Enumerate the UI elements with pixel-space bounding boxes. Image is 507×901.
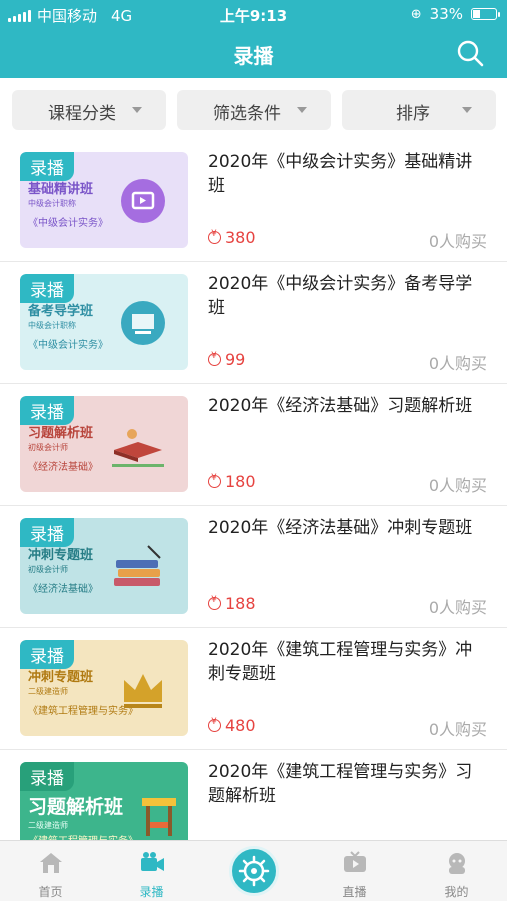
recorded-tag: 录播 — [20, 396, 74, 425]
tab-live[interactable]: 直播 — [304, 841, 405, 901]
tab-label: 直播 — [342, 885, 367, 899]
coin-icon — [208, 717, 221, 732]
book-illustration-icon — [112, 429, 164, 467]
filter-bar: 课程分类 筛选条件 排序 — [0, 90, 507, 130]
thumbnail-subtitle: 中级会计职称 — [28, 199, 76, 208]
course-thumbnail: 录播 备考导学班 中级会计职称 《中级会计实务》 — [20, 274, 188, 370]
recorded-tag: 录播 — [20, 152, 74, 181]
video-camera-icon — [141, 852, 164, 871]
chevron-down-icon — [132, 107, 142, 113]
buyer-count: 0人购买 — [428, 598, 487, 617]
price-value: 99 — [225, 350, 246, 369]
course-name: 2020年《中级会计实务》备考导学班 — [208, 274, 473, 318]
course-name: 2020年《中级会计实务》基础精讲班 — [208, 152, 473, 196]
chevron-down-icon — [462, 107, 472, 113]
thumbnail-book: 《中级会计实务》 — [28, 340, 108, 351]
recorded-tag: 录播 — [20, 640, 74, 669]
thumbnail-title: 冲刺专题班 — [28, 670, 94, 685]
thumbnail-title: 备考导学班 — [28, 304, 94, 319]
course-item[interactable]: 录播 习题解析班 二级建造师 《建筑工程管理与实务》 2020年《建筑工程管理与… — [0, 750, 507, 840]
price-value: 180 — [225, 472, 256, 491]
price-value: 188 — [225, 594, 256, 613]
sort-filter[interactable]: 排序 — [342, 90, 496, 130]
course-price: 480 — [208, 716, 256, 735]
thumbnail-book: 《经济法基础》 — [28, 584, 98, 595]
thumbnail-book: 《经济法基础》 — [28, 462, 98, 473]
thumbnail-title: 基础精讲班 — [28, 182, 94, 197]
coin-icon — [208, 351, 221, 366]
course-thumbnail: 录播 冲刺专题班 二级建造师 《建筑工程管理与实务》 — [20, 640, 188, 736]
tv-play-icon — [121, 179, 165, 223]
category-filter[interactable]: 课程分类 — [12, 90, 166, 130]
thumbnail-book: 《中级会计实务》 — [28, 218, 108, 229]
filter-label: 排序 — [396, 104, 430, 124]
battery-percent: 33% — [429, 5, 463, 23]
buyer-count: 0人购买 — [428, 720, 487, 739]
course-name: 2020年《经济法基础》冲刺专题班 — [208, 518, 473, 538]
course-name: 2020年《经济法基础》习题解析班 — [208, 396, 473, 416]
tab-label: 我的 — [444, 885, 469, 899]
home-icon — [40, 853, 62, 873]
chevron-down-icon — [297, 107, 307, 113]
course-item[interactable]: 录播 习题解析班 初级会计师 《经济法基础》 2020年《经济法基础》习题解析班… — [0, 384, 507, 506]
workbench-illustration-icon — [142, 798, 176, 836]
coin-icon — [208, 595, 221, 610]
blackboard-icon — [121, 301, 165, 345]
course-thumbnail: 录播 习题解析班 初级会计师 《经济法基础》 — [20, 396, 188, 492]
filter-label: 课程分类 — [48, 104, 116, 124]
course-price: 180 — [208, 472, 256, 491]
buyer-count: 0人购买 — [428, 232, 487, 251]
tab-recorded[interactable]: 录播 — [101, 841, 202, 901]
course-price: 380 — [208, 228, 256, 247]
crown-icon — [124, 674, 162, 708]
course-item[interactable]: 录播 基础精讲班 中级会计职称 《中级会计实务》 2020年《中级会计实务》基础… — [0, 140, 507, 262]
course-thumbnail: 录播 习题解析班 二级建造师 《建筑工程管理与实务》 — [20, 762, 188, 840]
coin-icon — [208, 229, 221, 244]
recorded-tag: 录播 — [20, 274, 74, 303]
tab-label: 首页 — [38, 885, 63, 899]
center-action-button[interactable] — [229, 846, 279, 896]
course-name: 2020年《建筑工程管理与实务》习题解析班 — [208, 762, 473, 806]
thumbnail-subtitle: 初级会计师 — [28, 443, 68, 452]
course-price: 99 — [208, 350, 245, 369]
thumbnail-title: 冲刺专题班 — [28, 548, 94, 563]
thumbnail-title: 习题解析班 — [28, 426, 94, 441]
thumbnail-book: 《建筑工程管理与实务》 — [28, 832, 138, 840]
helm-icon — [238, 855, 270, 887]
course-price: 188 — [208, 594, 256, 613]
tv-icon — [344, 851, 366, 872]
course-name: 2020年《建筑工程管理与实务》冲刺专题班 — [208, 640, 473, 684]
recorded-tag: 录播 — [20, 762, 74, 791]
condition-filter[interactable]: 筛选条件 — [177, 90, 331, 130]
coin-icon — [208, 473, 221, 488]
course-list: 录播 基础精讲班 中级会计职称 《中级会计实务》 2020年《中级会计实务》基础… — [0, 140, 507, 840]
buyer-count: 0人购买 — [428, 476, 487, 495]
rotation-lock-icon: ⊕ — [410, 6, 422, 22]
tab-label: 录播 — [139, 885, 164, 899]
thumbnail-subtitle: 二级建造师 — [28, 687, 68, 696]
nav-bar: 录播 — [0, 28, 507, 78]
tab-profile[interactable]: 我的 — [406, 841, 507, 901]
page-title: 录播 — [233, 44, 274, 68]
course-item[interactable]: 录播 冲刺专题班 初级会计师 《经济法基础》 2020年《经济法基础》冲刺专题班… — [0, 506, 507, 628]
buyer-count: 0人购买 — [428, 354, 487, 373]
battery-icon — [471, 8, 500, 20]
price-value: 480 — [225, 716, 256, 735]
thumbnail-subtitle: 中级会计职称 — [28, 321, 76, 330]
course-item[interactable]: 录播 冲刺专题班 二级建造师 《建筑工程管理与实务》 2020年《建筑工程管理与… — [0, 628, 507, 750]
course-thumbnail: 录播 冲刺专题班 初级会计师 《经济法基础》 — [20, 518, 188, 614]
profile-icon — [449, 853, 465, 874]
status-bar: 中国移动 4G 上午9:13 ⊕ 33% — [0, 0, 507, 28]
thumbnail-subtitle: 二级建造师 — [28, 821, 68, 830]
search-icon[interactable] — [455, 38, 485, 68]
tab-home[interactable]: 首页 — [0, 841, 101, 901]
course-item[interactable]: 录播 备考导学班 中级会计职称 《中级会计实务》 2020年《中级会计实务》备考… — [0, 262, 507, 384]
thumbnail-subtitle: 初级会计师 — [28, 565, 68, 574]
filter-label: 筛选条件 — [213, 104, 281, 124]
course-thumbnail: 录播 基础精讲班 中级会计职称 《中级会计实务》 — [20, 152, 188, 248]
book-stack-icon — [114, 545, 161, 586]
price-value: 380 — [225, 228, 256, 247]
thumbnail-title: 习题解析班 — [28, 796, 124, 818]
recorded-tag: 录播 — [20, 518, 74, 547]
